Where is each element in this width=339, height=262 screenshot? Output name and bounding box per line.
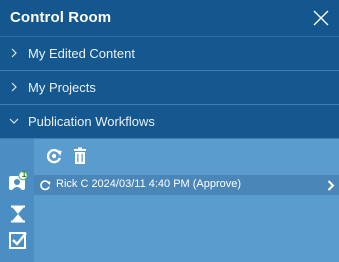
close-icon[interactable] — [311, 8, 331, 28]
refresh-icon[interactable] — [45, 147, 63, 165]
hourglass-icon[interactable] — [8, 204, 28, 224]
section-label: Publication Workflows — [28, 114, 155, 129]
workflows-content: 1 Rick C 2024/03/11 4:40 PM (Approve) — [0, 139, 339, 262]
control-room-panel: Control Room My Edited Content My Projec… — [0, 0, 339, 262]
panel-title: Control Room — [10, 9, 112, 26]
section-label: My Projects — [28, 80, 96, 95]
workflow-filter-rail: 1 — [0, 139, 34, 262]
section-my-projects[interactable]: My Projects — [0, 71, 339, 105]
chevron-right-icon — [11, 48, 17, 58]
checkbox-icon[interactable] — [8, 230, 28, 250]
section-label: My Edited Content — [28, 46, 135, 61]
sync-icon — [40, 180, 51, 191]
chevron-right-icon[interactable] — [327, 180, 335, 191]
section-my-edited-content[interactable]: My Edited Content — [0, 37, 339, 71]
chevron-right-icon — [11, 82, 17, 92]
section-publication-workflows[interactable]: Publication Workflows — [0, 105, 339, 139]
chevron-down-icon — [9, 118, 19, 124]
trash-icon[interactable] — [71, 147, 89, 165]
workflow-row[interactable]: Rick C 2024/03/11 4:40 PM (Approve) — [34, 175, 339, 195]
panel-header: Control Room — [0, 0, 339, 37]
notification-badge: 1 — [21, 170, 27, 179]
workflow-row-text: Rick C 2024/03/11 4:40 PM (Approve) — [56, 178, 242, 190]
